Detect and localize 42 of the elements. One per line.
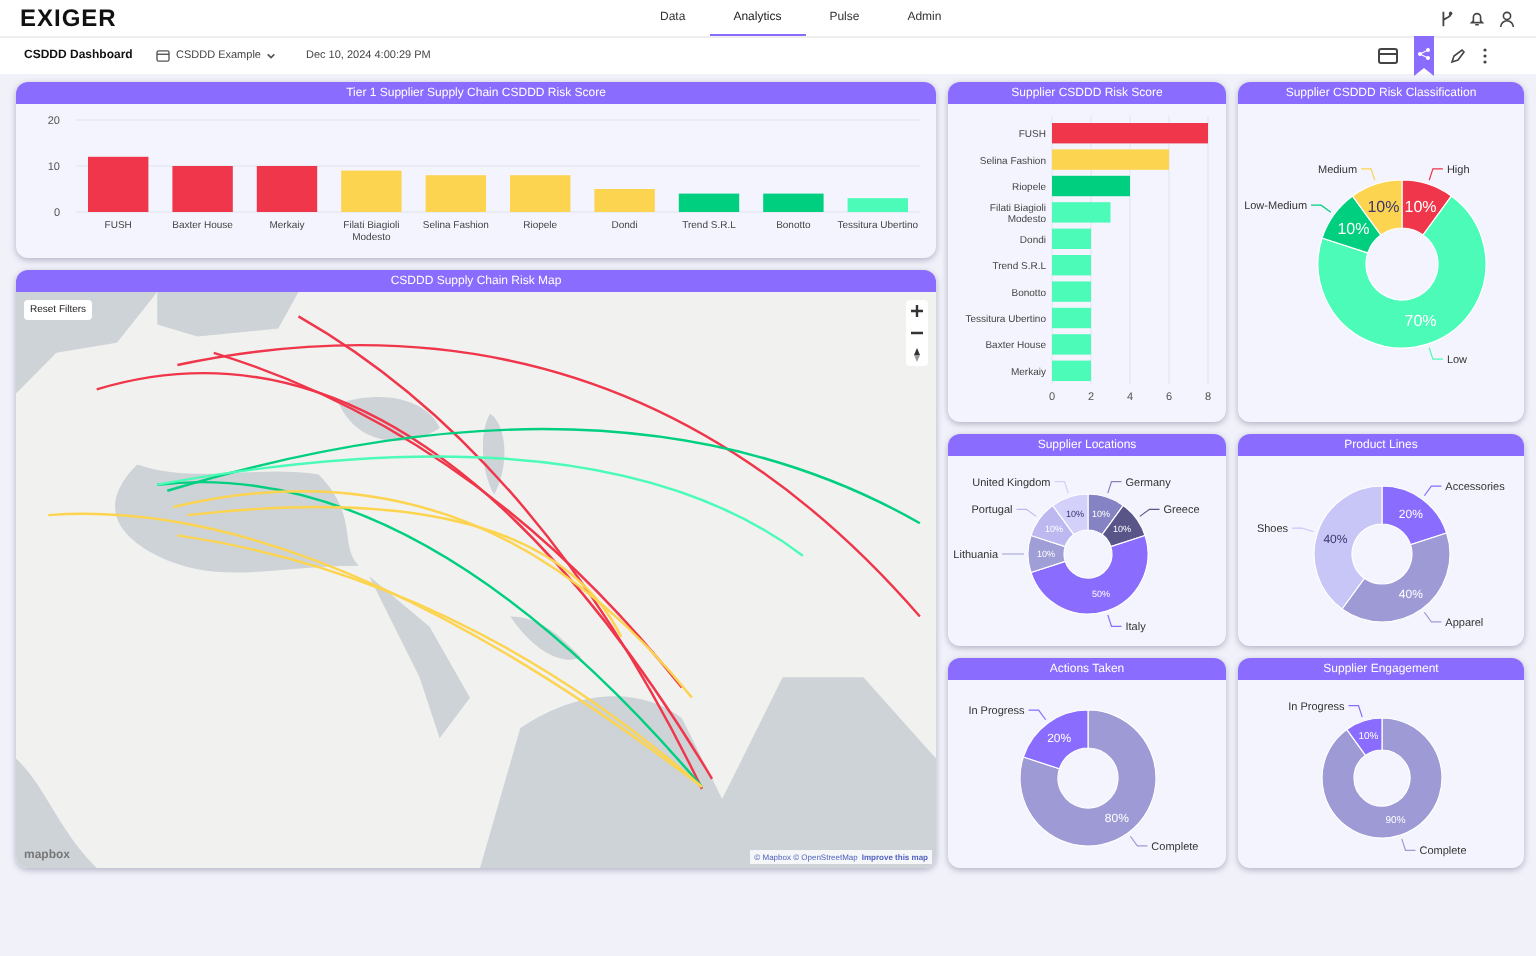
donut-slice[interactable] bbox=[1029, 534, 1148, 615]
leader-line bbox=[1400, 838, 1416, 851]
slice-value-label: 70% bbox=[1403, 312, 1436, 331]
leader-line bbox=[1359, 168, 1375, 181]
bar[interactable] bbox=[256, 166, 318, 212]
leader-line bbox=[1027, 709, 1046, 721]
leader-line bbox=[1052, 481, 1068, 494]
bar[interactable] bbox=[88, 156, 149, 212]
leader-line bbox=[1309, 204, 1331, 213]
leader-line bbox=[1422, 485, 1441, 497]
leader-line bbox=[1422, 611, 1441, 623]
leader-line bbox=[1128, 835, 1147, 847]
logo[interactable]: EXIGER bbox=[20, 4, 117, 32]
notification-bell-icon[interactable] bbox=[1468, 9, 1486, 27]
zoom-in-icon[interactable] bbox=[908, 302, 926, 320]
pencil-icon[interactable] bbox=[1450, 48, 1466, 64]
caret-icon bbox=[266, 52, 277, 60]
leader-line bbox=[1106, 614, 1122, 627]
table-icon bbox=[156, 50, 170, 62]
card-icon[interactable] bbox=[1378, 48, 1398, 64]
donut-slice[interactable] bbox=[1345, 717, 1382, 756]
user-icon[interactable] bbox=[1498, 9, 1516, 27]
leader-line bbox=[1138, 508, 1160, 517]
donut-slice[interactable] bbox=[1021, 709, 1088, 770]
slice-value-label: 10% bbox=[1403, 198, 1436, 217]
slice-value-label: 10% bbox=[1366, 198, 1399, 217]
donut-slice[interactable] bbox=[1380, 485, 1447, 546]
bar[interactable] bbox=[1051, 123, 1207, 144]
branch-icon[interactable] bbox=[1438, 9, 1456, 27]
leader-line bbox=[1000, 553, 1024, 555]
donut-slice[interactable] bbox=[1316, 195, 1486, 349]
more-options-icon[interactable] bbox=[1482, 48, 1488, 64]
slice-value-label: 10% bbox=[1336, 220, 1369, 239]
compass-icon[interactable] bbox=[908, 346, 926, 364]
share-icon[interactable] bbox=[1414, 36, 1434, 76]
leader-line bbox=[1346, 705, 1362, 718]
leader-line bbox=[1290, 527, 1314, 533]
donut-slice[interactable] bbox=[1320, 717, 1442, 839]
leader-line bbox=[1427, 347, 1443, 360]
leader-line bbox=[1427, 168, 1443, 181]
leader-line bbox=[1106, 481, 1122, 494]
leader-line bbox=[1014, 508, 1036, 517]
